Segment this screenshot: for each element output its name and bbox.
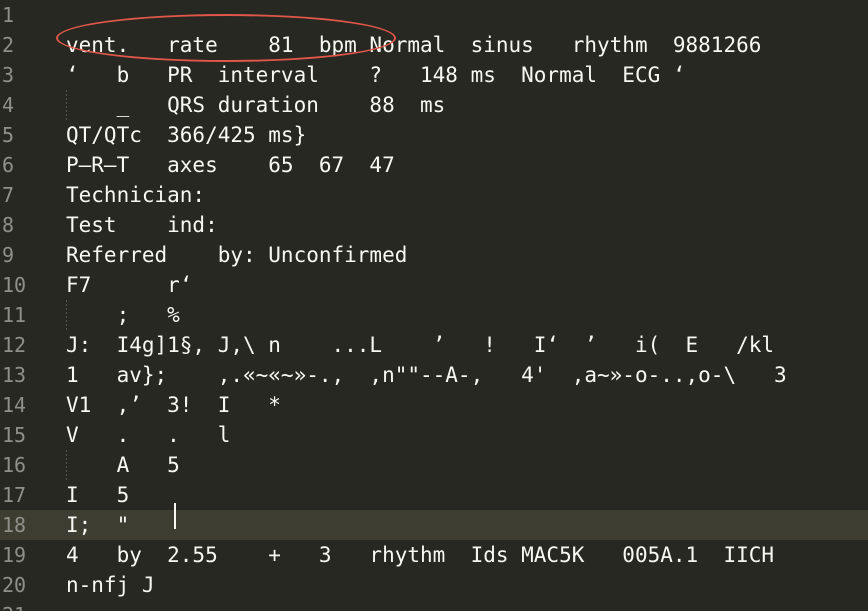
line-number: 5 — [2, 123, 15, 147]
line-number: 13 — [2, 363, 27, 387]
line-text[interactable]: F7 r‘ — [66, 270, 192, 300]
line-number: 4 — [2, 93, 15, 117]
line-text[interactable]: 4 by 2.55 + 3 rhythm Ids MAC5K 005A.1 II… — [66, 540, 774, 570]
editor-line[interactable]: 15 V . . l — [0, 420, 868, 450]
line-number: 11 — [2, 303, 27, 327]
editor-line[interactable]: 11 ; % — [0, 300, 868, 330]
line-text[interactable]: V1 ,’ 3! I * — [66, 390, 281, 420]
line-number: 9 — [2, 243, 15, 267]
line-text[interactable]: P—R—T axes 65 67 47 — [66, 150, 395, 180]
line-number: 6 — [2, 153, 15, 177]
line-number: 10 — [2, 273, 27, 297]
editor-line[interactable]: 13 1 av}; ,.«~«~»-., ,n""--A-, 4' ,a~»-o-… — [0, 360, 868, 390]
editor-line[interactable]: 7 Technician: — [0, 180, 868, 210]
editor-line[interactable]: 1 — [0, 0, 868, 30]
line-number: 14 — [2, 393, 27, 417]
indent-guide — [66, 90, 67, 120]
line-text[interactable]: _ QRS duration 88 ms — [66, 90, 446, 120]
editor-line[interactable]: 6 P—R—T axes 65 67 47 — [0, 150, 868, 180]
line-number: 20 — [2, 573, 27, 597]
line-text[interactable]: vent. rate 81 bpm Normal sinus rhythm 98… — [66, 30, 761, 60]
indent-guide — [66, 450, 67, 480]
line-number: 12 — [2, 333, 27, 357]
line-number: 18 — [2, 513, 27, 537]
line-text[interactable]: V . . l — [66, 420, 230, 450]
editor-line[interactable]: 21 — [0, 600, 868, 611]
line-text[interactable]: Referred by: Unconfirmed — [66, 240, 407, 270]
line-text[interactable]: I; " — [66, 510, 129, 540]
line-text[interactable]: Technician: — [66, 180, 205, 210]
line-text[interactable]: Test ind: — [66, 210, 218, 240]
text-cursor — [174, 503, 176, 529]
line-number: 16 — [2, 453, 27, 477]
line-number: 15 — [2, 423, 27, 447]
editor-line[interactable]: 16 A 5 — [0, 450, 868, 480]
line-text[interactable]: n-nfj J — [66, 570, 155, 600]
editor-line[interactable]: 20 n-nfj J — [0, 570, 868, 600]
editor-line[interactable]: 17 I 5 — [0, 480, 868, 510]
editor-line[interactable]: 3 ‘ b PR interval ? 148 ms Normal ECG ‘ — [0, 60, 868, 90]
indent-guide — [66, 300, 67, 330]
editor-line[interactable]: 9 Referred by: Unconfirmed — [0, 240, 868, 270]
editor-line[interactable]: 10 F7 r‘ — [0, 270, 868, 300]
line-number: 2 — [2, 33, 15, 57]
line-number: 8 — [2, 213, 15, 237]
line-text[interactable]: I 5 — [66, 480, 129, 510]
line-text[interactable]: QT/QTc 366/425 ms} — [66, 120, 306, 150]
text-editor[interactable]: 1 2 vent. rate 81 bpm Normal sinus rhythm … — [0, 0, 868, 611]
line-text[interactable]: A 5 — [66, 450, 180, 480]
line-text[interactable]: J: I4g]1§, J,\ n ...L ’ ! I‘ ’ i( E /kl — [66, 330, 774, 360]
editor-line[interactable]: 4 _ QRS duration 88 ms — [0, 90, 868, 120]
editor-line[interactable]: 8 Test ind: — [0, 210, 868, 240]
line-number: 17 — [2, 483, 27, 507]
editor-line[interactable]: 19 4 by 2.55 + 3 rhythm Ids MAC5K 005A.1 … — [0, 540, 868, 570]
editor-line[interactable]: 5 QT/QTc 366/425 ms} — [0, 120, 868, 150]
line-text[interactable]: ; % — [66, 300, 180, 330]
line-number: 7 — [2, 183, 15, 207]
line-number: 21 — [2, 600, 36, 611]
line-number: 1 — [2, 3, 15, 27]
line-number: 19 — [2, 543, 27, 567]
editor-line[interactable]: 18 I; " — [0, 510, 868, 540]
editor-line[interactable]: 2 vent. rate 81 bpm Normal sinus rhythm 9… — [0, 30, 868, 60]
editor-line[interactable]: 14 V1 ,’ 3! I * — [0, 390, 868, 420]
line-number: 3 — [2, 63, 15, 87]
line-text[interactable]: 1 av}; ,.«~«~»-., ,n""--A-, 4' ,a~»-o-..… — [66, 360, 787, 390]
line-text[interactable]: ‘ b PR interval ? 148 ms Normal ECG ‘ — [66, 60, 686, 90]
editor-line[interactable]: 12 J: I4g]1§, J,\ n ...L ’ ! I‘ ’ i( E /k… — [0, 330, 868, 360]
